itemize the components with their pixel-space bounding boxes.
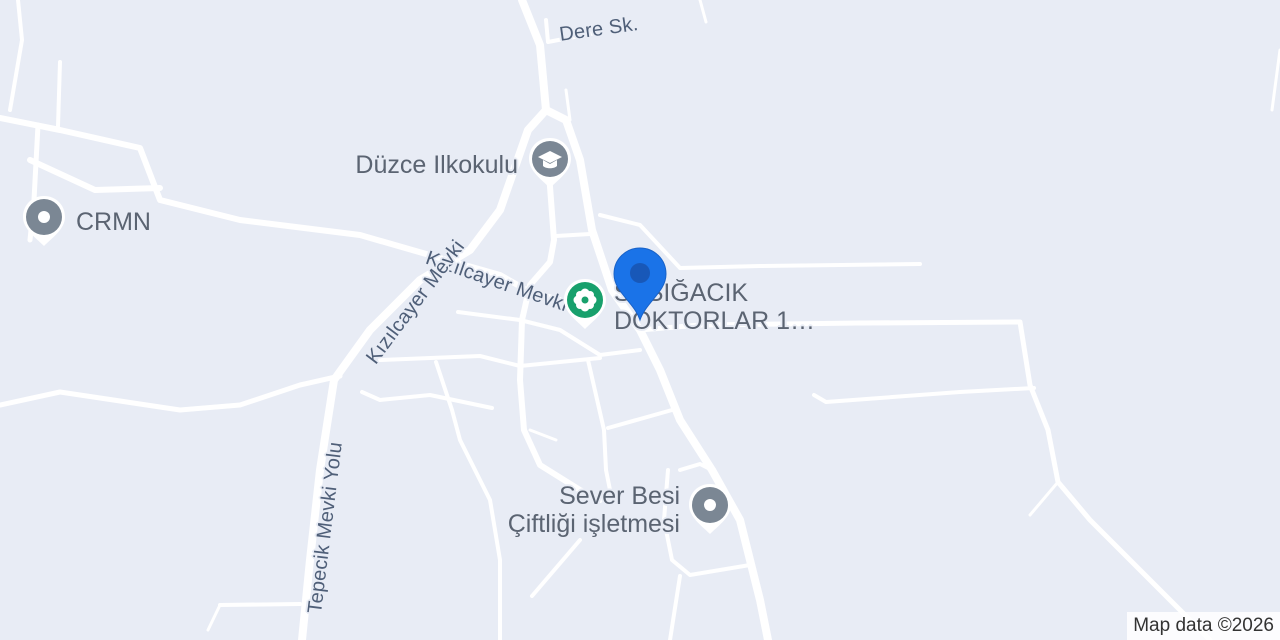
poi-label-duzce-ilkokulu[interactable]: Düzce Ilkokulu [320, 151, 518, 179]
medical-flower-icon[interactable] [561, 277, 609, 338]
map-attribution: Map data ©2026 [1127, 612, 1280, 640]
location-marker-icon[interactable] [612, 246, 668, 327]
poi-label-crmn[interactable]: CRMN [76, 208, 151, 236]
graduation-cap-icon[interactable] [526, 136, 574, 197]
poi-label-sever-besi-line1: Sever Besi [559, 482, 680, 510]
poi-label-sever-besi-line2: Çiftliği işletmesi [507, 510, 680, 538]
place-pin-icon[interactable] [686, 482, 734, 543]
poi-label-sever-besi[interactable]: Sever Besi Çiftliği işletmesi [440, 482, 680, 538]
place-pin-icon[interactable] [20, 194, 68, 255]
map-canvas[interactable]: Dere Sk. Kızılcayer Mevki Kızılcayer Mev… [0, 0, 1280, 640]
